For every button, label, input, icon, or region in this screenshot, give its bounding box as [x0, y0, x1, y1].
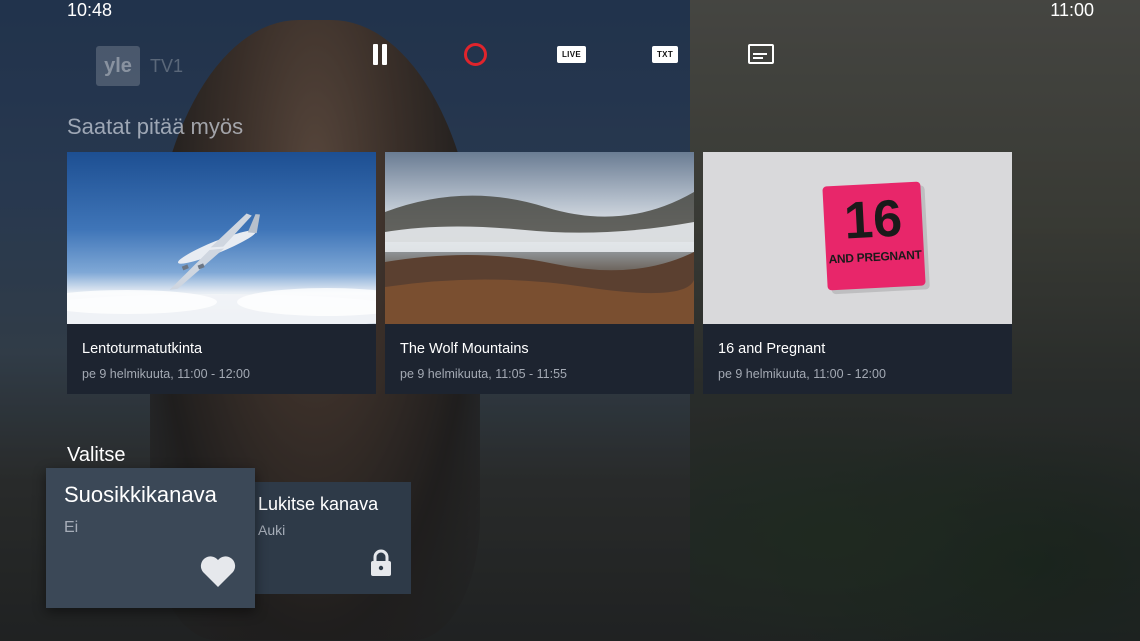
subtitles-icon: [748, 44, 774, 64]
option-label: Suosikkikanava: [64, 482, 217, 507]
teletext-button[interactable]: TXT: [652, 40, 679, 68]
option-value: Auki: [258, 522, 286, 538]
program-card[interactable]: 16 AND PREGNANT 16 and Pregnant pe 9 hel…: [703, 152, 1012, 394]
current-time: 10:48: [67, 0, 113, 20]
program-time: pe 9 helmikuuta, 11:00 - 12:00: [82, 367, 250, 381]
heart-icon: [200, 556, 236, 587]
pause-button[interactable]: [370, 40, 390, 68]
program-time: pe 9 helmikuuta, 11:00 - 12:00: [718, 367, 886, 381]
txt-label: TXT: [652, 45, 679, 63]
program-title: Lentoturmatutkinta: [82, 341, 203, 357]
option-value: Ei: [64, 519, 79, 536]
playback-controls: LIVE TXT: [0, 40, 1140, 70]
program-thumbnail: 16 AND PREGNANT: [703, 152, 1012, 324]
live-button[interactable]: LIVE: [557, 40, 586, 68]
program-thumbnail: [67, 152, 376, 324]
option-label: Lukitse kanava: [258, 494, 379, 514]
show-logo: 16 AND PREGNANT: [822, 181, 926, 291]
program-title: 16 and Pregnant: [718, 341, 826, 357]
options-title: Valitse: [67, 444, 126, 466]
mountain-image: [385, 192, 694, 324]
recommendations-title: Saatat pitää myös: [67, 114, 244, 139]
record-icon: [463, 42, 487, 66]
airplane-image: [67, 213, 376, 324]
favorite-channel-option[interactable]: Suosikkikanava Ei: [46, 468, 255, 608]
lock-channel-option[interactable]: Lukitse kanava Auki: [244, 482, 411, 594]
program-time: pe 9 helmikuuta, 11:05 - 11:55: [400, 367, 568, 381]
record-button[interactable]: [463, 40, 487, 68]
live-label: LIVE: [557, 45, 586, 63]
program-end-time: 11:00: [1050, 0, 1094, 20]
lock-icon: [371, 549, 391, 576]
program-thumbnail: [385, 152, 694, 324]
subtitles-button[interactable]: [748, 40, 774, 68]
program-title: The Wolf Mountains: [400, 341, 529, 357]
pause-icon: [373, 43, 378, 65]
program-card[interactable]: The Wolf Mountains pe 9 helmikuuta, 11:0…: [385, 152, 694, 394]
program-card[interactable]: Lentoturmatutkinta pe 9 helmikuuta, 11:0…: [67, 152, 376, 394]
